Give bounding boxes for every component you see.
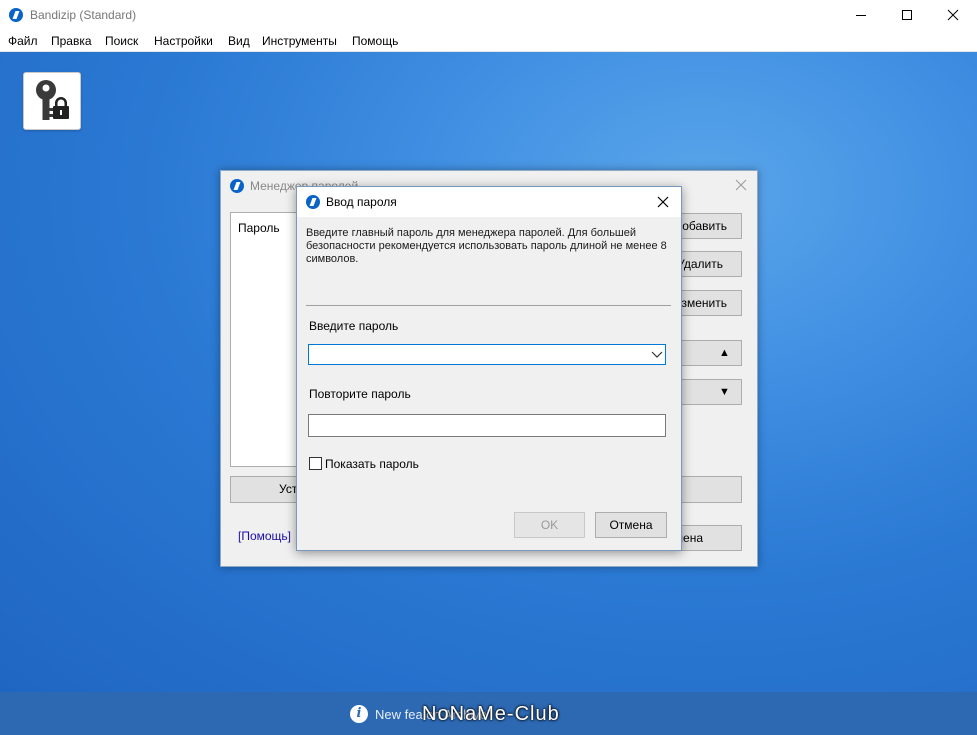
cancel-button[interactable]: Отмена — [595, 512, 667, 538]
bandizip-app-icon — [306, 195, 320, 209]
divider — [306, 305, 671, 306]
show-password-label[interactable]: Показать пароль — [325, 457, 419, 471]
password-column-header: Пароль — [238, 221, 280, 235]
title-bar: Bandizip (Standard) — [0, 0, 977, 30]
minimize-button[interactable] — [838, 0, 884, 30]
menu-help[interactable]: Помощь — [352, 34, 398, 48]
dialog-description: Введите главный пароль для менеджера пар… — [306, 227, 667, 265]
menu-bar: Файл Правка Поиск Настройки Вид Инструме… — [0, 30, 977, 52]
key-lock-icon — [36, 80, 69, 120]
watermark-text: NoNaMe-Club — [422, 703, 560, 725]
show-password-checkbox[interactable] — [309, 457, 322, 470]
window-title: Bandizip (Standard) — [30, 8, 137, 22]
menu-search[interactable]: Поиск — [105, 34, 138, 48]
close-button[interactable] — [930, 0, 976, 30]
close-icon — [947, 9, 959, 21]
repeat-password-label: Повторите пароль — [309, 387, 411, 401]
repeat-password-field[interactable] — [308, 414, 666, 437]
dialog-title: Ввод пароля — [326, 195, 397, 209]
menu-edit[interactable]: Правка — [51, 34, 92, 48]
ok-button[interactable]: OK — [514, 512, 585, 538]
bandizip-app-icon — [9, 8, 23, 22]
bandizip-app-icon — [230, 179, 244, 193]
enter-password-field[interactable] — [308, 344, 666, 365]
close-icon[interactable] — [655, 194, 671, 210]
close-icon[interactable] — [733, 177, 749, 193]
maximize-button[interactable] — [884, 0, 930, 30]
menu-view[interactable]: Вид — [228, 34, 250, 48]
info-icon[interactable]: i — [350, 705, 368, 723]
maximize-icon — [902, 10, 912, 20]
menu-settings[interactable]: Настройки — [154, 34, 213, 48]
menu-file[interactable]: Файл — [8, 34, 38, 48]
dialog-title-bar: Ввод пароля — [297, 187, 681, 217]
password-manager-tool[interactable] — [23, 72, 81, 130]
chevron-down-icon[interactable] — [651, 350, 663, 360]
menu-tools[interactable]: Инструменты — [262, 34, 337, 48]
password-entry-dialog: Ввод пароля Введите главный пароль для м… — [296, 186, 682, 551]
enter-password-label: Введите пароль — [309, 319, 399, 333]
minimize-icon — [856, 15, 866, 16]
help-link[interactable]: [Помощь] — [238, 529, 291, 543]
